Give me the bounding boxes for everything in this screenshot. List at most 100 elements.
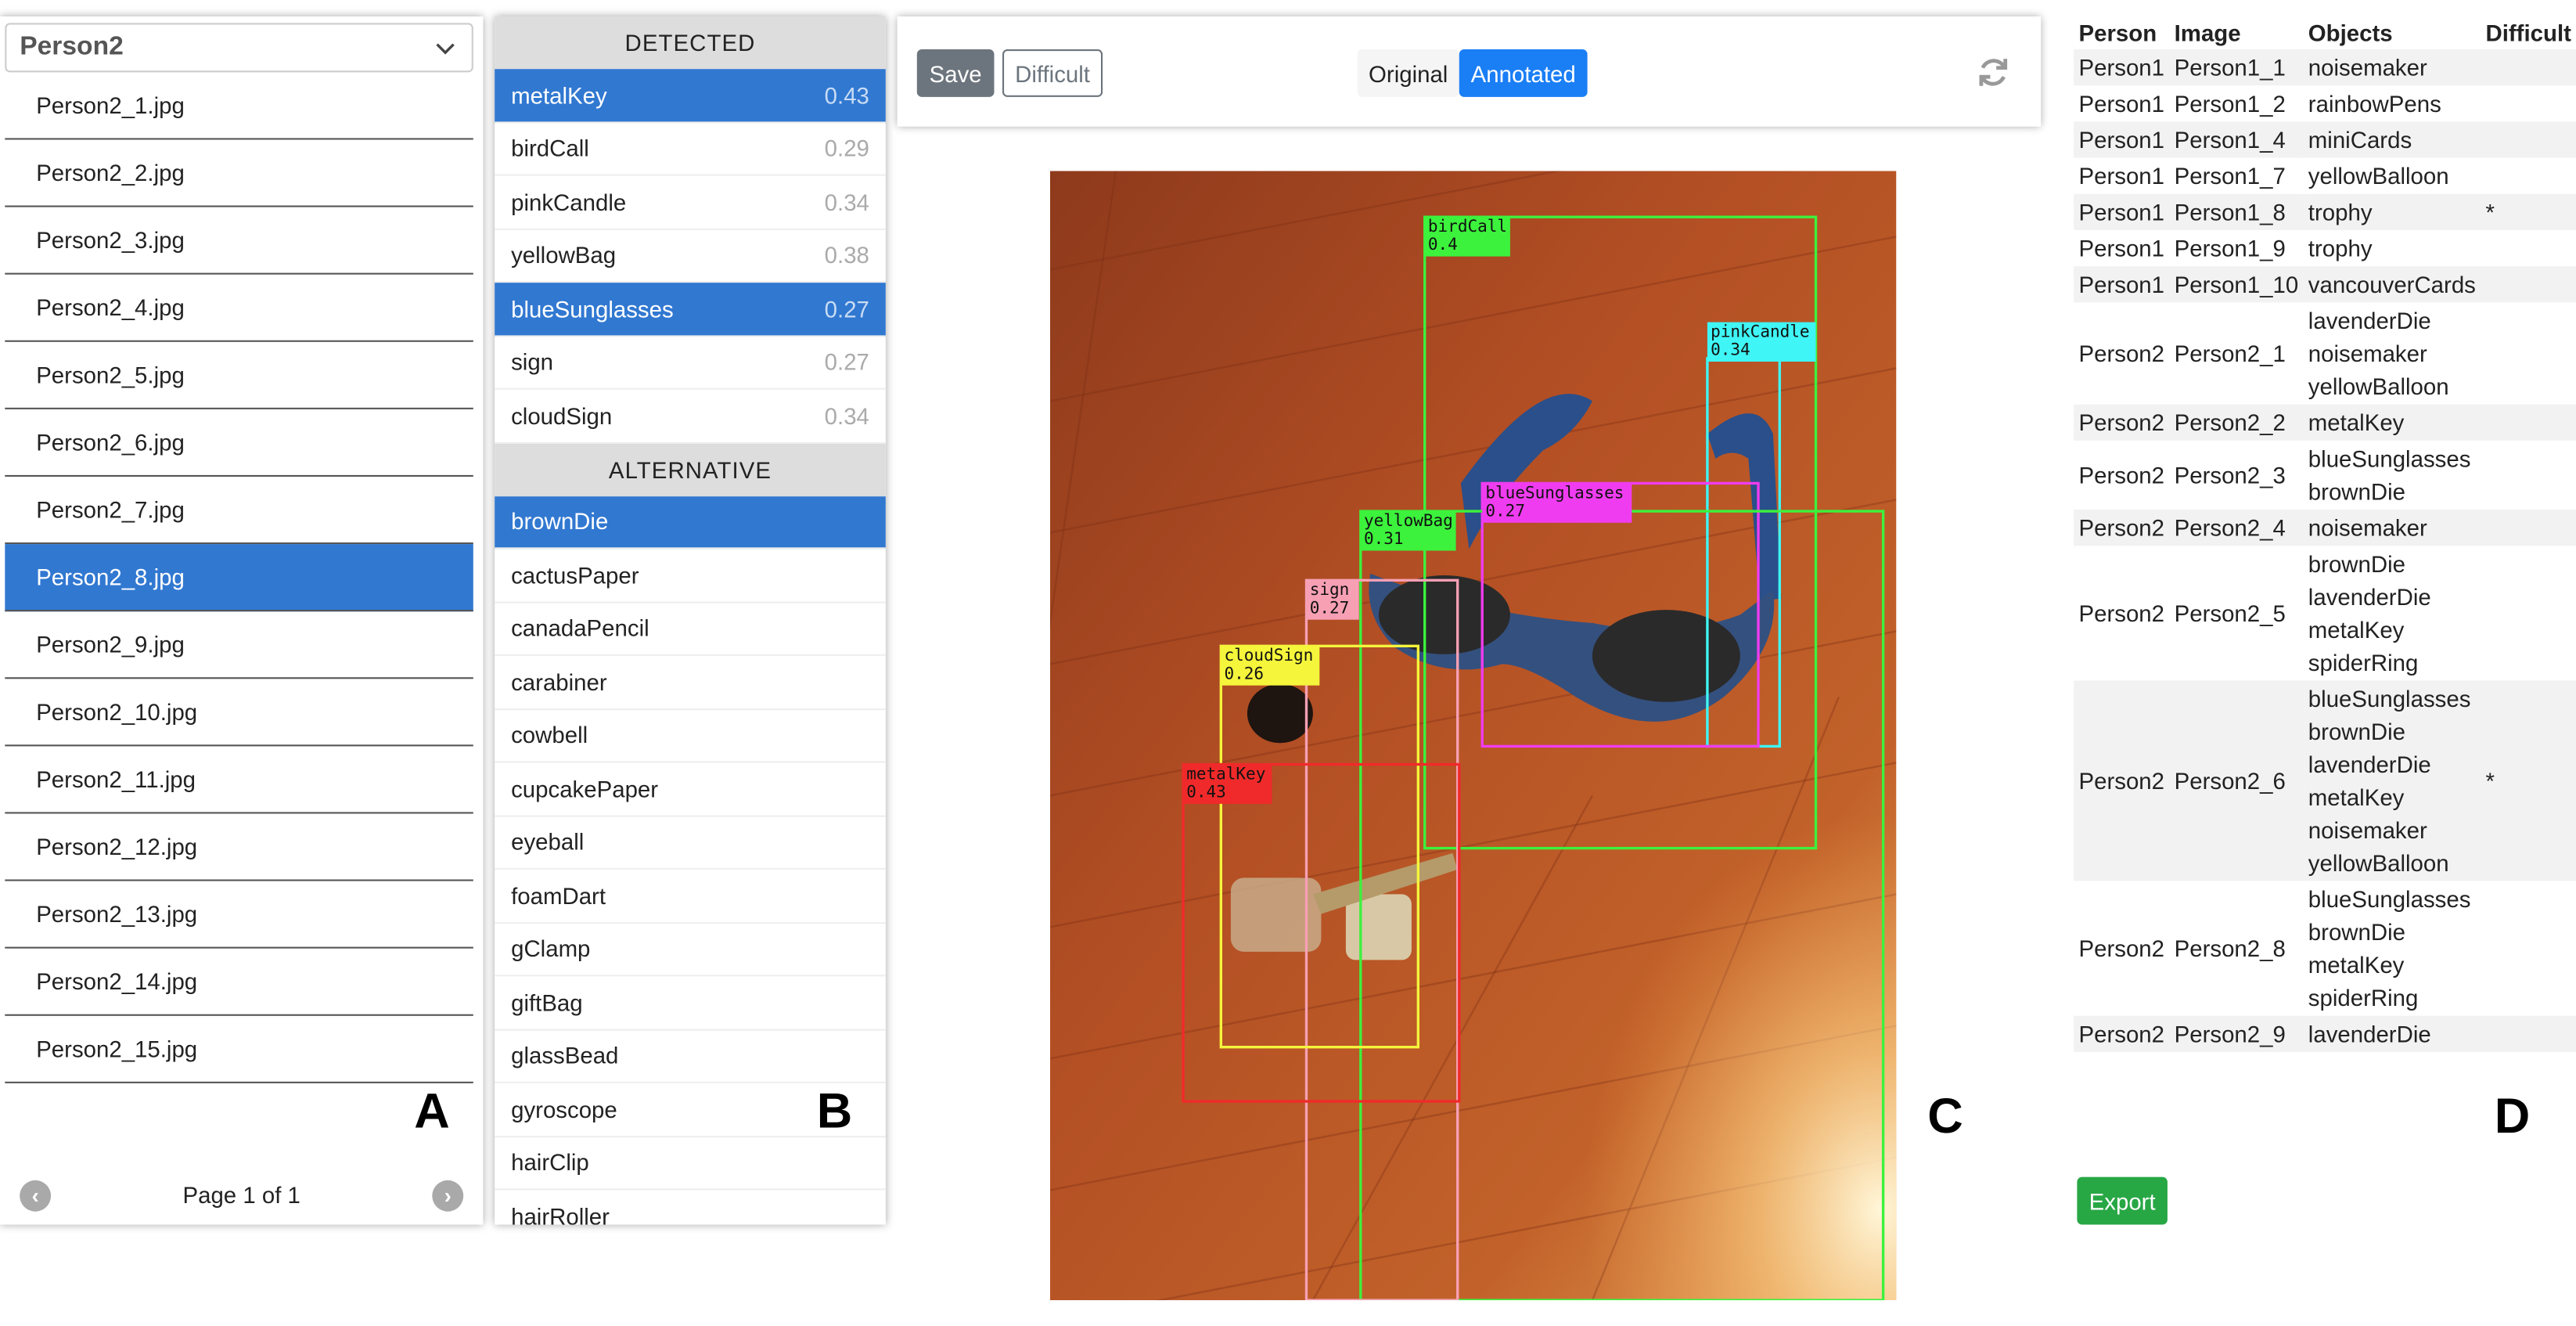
object-score: 0.27 bbox=[824, 348, 869, 376]
object-list-item[interactable]: eyeball bbox=[495, 816, 886, 870]
object-name: cowbell bbox=[511, 722, 588, 749]
table-row[interactable]: Person2 Person2_1 lavenderDie noisemaker y… bbox=[2074, 302, 2576, 404]
detection-label: sign 0.27 bbox=[1306, 580, 1359, 620]
object-list-item[interactable]: hairRoller bbox=[495, 1190, 886, 1225]
cell-objects: blueSunglasses brownDie lavenderDie meta… bbox=[2303, 680, 2481, 881]
cell-objects: yellowBalloon bbox=[2308, 162, 2449, 189]
table-row[interactable]: Person2 Person2_2 metalKey bbox=[2074, 404, 2576, 441]
cell-person: Person1 bbox=[2074, 121, 2170, 158]
cell-difficult bbox=[2481, 49, 2576, 86]
table-row[interactable]: Person1 Person1_9 trophy bbox=[2074, 230, 2576, 266]
cell-person: Person1 bbox=[2078, 235, 2165, 261]
image-list-item[interactable]: Person2_11.jpg bbox=[5, 746, 473, 814]
image-list-item[interactable]: Person2_2.jpg bbox=[5, 139, 473, 207]
detection-label: birdCall 0.4 bbox=[1424, 217, 1510, 257]
object-name: cupcakePaper bbox=[511, 775, 659, 802]
object-list-item[interactable]: cupcakePaper bbox=[495, 762, 886, 816]
object-list-item[interactable]: hairClip bbox=[495, 1137, 886, 1191]
object-list-item[interactable]: cloudSign 0.34 bbox=[495, 390, 886, 443]
table-row[interactable]: Person2 Person2_6 blueSunglasses brownDie … bbox=[2074, 680, 2576, 881]
image-list-item[interactable]: Person2_10.jpg bbox=[5, 679, 473, 747]
table-row[interactable]: Person1 Person1_7 yellowBalloon bbox=[2074, 158, 2576, 194]
object-list-item[interactable]: cowbell bbox=[495, 709, 886, 763]
object-name: hairClip bbox=[511, 1149, 589, 1176]
object-name: brownDie bbox=[511, 508, 609, 535]
table-header-row: Person Image Objects Difficult bbox=[2074, 16, 2576, 49]
person-select[interactable]: Person2 bbox=[5, 23, 473, 73]
image-list-item[interactable]: Person2_7.jpg bbox=[5, 477, 473, 545]
object-list-item[interactable]: giftBag bbox=[495, 976, 886, 1030]
table-row[interactable]: Person1 Person1_2 rainbowPens bbox=[2074, 85, 2576, 121]
image-list-item[interactable]: Person2_1.jpg bbox=[5, 72, 473, 140]
detection-label: cloudSign 0.26 bbox=[1221, 646, 1320, 686]
cell-difficult bbox=[2481, 546, 2576, 680]
object-list-item[interactable]: gClamp bbox=[495, 923, 886, 977]
image-list-item[interactable]: Person2_5.jpg bbox=[5, 342, 473, 409]
object-list-item[interactable]: pinkCandle 0.34 bbox=[495, 176, 886, 229]
prev-page-icon[interactable]: ‹ bbox=[20, 1179, 52, 1211]
image-list-item[interactable]: Person2_4.jpg bbox=[5, 275, 473, 342]
image-list-item[interactable]: Person2_12.jpg bbox=[5, 814, 473, 881]
original-view-button[interactable]: Original bbox=[1357, 49, 1459, 97]
table-row[interactable]: Person1 Person1_1 noisemaker bbox=[2074, 49, 2576, 86]
image-list-item[interactable]: Person2_6.jpg bbox=[5, 409, 473, 477]
object-list-item[interactable]: canadaPencil bbox=[495, 603, 886, 656]
table-row[interactable]: Person1 Person1_4 miniCards bbox=[2074, 121, 2576, 158]
cell-image: Person1_1 bbox=[2169, 49, 2304, 86]
cell-person: Person1 bbox=[2074, 266, 2170, 303]
object-list-item[interactable]: sign 0.27 bbox=[495, 336, 886, 390]
cell-objects: lavenderDie noisemaker yellowBalloon bbox=[2308, 307, 2449, 400]
refresh-icon[interactable] bbox=[1975, 54, 2011, 90]
cell-person: Person1 bbox=[2074, 193, 2170, 230]
table-row[interactable]: Person1 Person1_8 trophy * bbox=[2074, 193, 2576, 230]
cell-objects: rainbowPens bbox=[2308, 90, 2441, 117]
image-list-item[interactable]: Person2_3.jpg bbox=[5, 207, 473, 275]
column-header: Objects bbox=[2308, 20, 2393, 46]
cell-objects: blueSunglasses brownDie bbox=[2308, 445, 2471, 505]
object-list-item[interactable]: brownDie bbox=[495, 495, 886, 549]
cell-objects: noisemaker bbox=[2303, 49, 2481, 86]
table-row[interactable]: Person2 Person2_5 brownDie lavenderDie met… bbox=[2074, 546, 2576, 680]
cell-image: Person2_2 bbox=[2169, 404, 2304, 441]
next-page-icon[interactable]: › bbox=[432, 1179, 464, 1211]
column-header: Person bbox=[2078, 20, 2157, 46]
annotated-view-button[interactable]: Annotated bbox=[1459, 49, 1588, 97]
object-list-item[interactable]: blueSunglasses 0.27 bbox=[495, 283, 886, 337]
object-score: 0.43 bbox=[824, 81, 869, 109]
object-list-item[interactable]: metalKey 0.43 bbox=[495, 69, 886, 123]
table-row[interactable]: Person2 Person2_3 blueSunglasses brownDie bbox=[2074, 441, 2576, 510]
image-list-item[interactable]: Person2_9.jpg bbox=[5, 611, 473, 679]
object-name: cloudSign bbox=[511, 402, 613, 429]
object-list-item[interactable]: glassBead bbox=[495, 1030, 886, 1083]
object-score: 0.34 bbox=[824, 188, 869, 215]
panel-label-d: D bbox=[2494, 1090, 2531, 1144]
table-row[interactable]: Person2 Person2_9 lavenderDie bbox=[2074, 1015, 2576, 1052]
object-list-item[interactable]: foamDart bbox=[495, 870, 886, 924]
cell-difficult bbox=[2481, 441, 2576, 510]
export-button[interactable]: Export bbox=[2077, 1176, 2168, 1225]
detection-label: pinkCandle 0.34 bbox=[1707, 322, 1816, 362]
image-list-item[interactable]: Person2_14.jpg bbox=[5, 949, 473, 1016]
object-list-item[interactable]: yellowBag 0.38 bbox=[495, 229, 886, 283]
cell-objects: trophy bbox=[2303, 193, 2481, 230]
cell-person: Person2 bbox=[2078, 462, 2165, 488]
object-score: 0.34 bbox=[824, 402, 869, 429]
cell-image: Person1_10 bbox=[2169, 266, 2304, 303]
alternative-header: ALTERNATIVE bbox=[495, 442, 886, 496]
table-row[interactable]: Person2 Person2_4 noisemaker bbox=[2074, 510, 2576, 546]
annotated-image[interactable]: birdCall 0.4 pinkCandle 0.34 blueSunglasses 0… bbox=[1049, 171, 1897, 1301]
image-list: Person2_1.jpg Person2_2.jpg Person2_3.jpg P… bbox=[5, 72, 473, 1083]
save-button[interactable]: Save bbox=[916, 49, 995, 97]
object-list-item[interactable]: birdCall 0.29 bbox=[495, 122, 886, 176]
table-row[interactable]: Person1 Person1_10 vancouverCards bbox=[2074, 266, 2576, 303]
object-list-item[interactable]: carabiner bbox=[495, 656, 886, 710]
table-row[interactable]: Person2 Person2_8 blueSunglasses brownDie … bbox=[2074, 881, 2576, 1016]
image-list-item[interactable]: Person2_8.jpg bbox=[5, 544, 473, 612]
cell-person: Person1 bbox=[2078, 162, 2165, 189]
cell-image: Person2_3 bbox=[2174, 462, 2286, 488]
object-list-item[interactable]: cactusPaper bbox=[495, 549, 886, 603]
difficult-button[interactable]: Difficult bbox=[1002, 49, 1103, 97]
image-list-item[interactable]: Person2_13.jpg bbox=[5, 881, 473, 949]
object-name: foamDart bbox=[511, 882, 606, 909]
image-list-item[interactable]: Person2_15.jpg bbox=[5, 1016, 473, 1083]
